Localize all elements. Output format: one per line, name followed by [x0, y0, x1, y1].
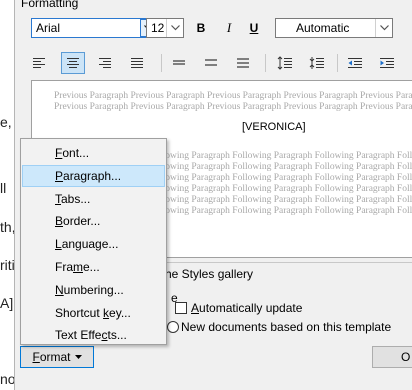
menu-item-label-post: anguage...: [61, 237, 119, 252]
menu-item-label-post: abs...: [61, 191, 91, 206]
menu-item-access-key: m: [73, 260, 83, 274]
new-docs-radio[interactable]: [167, 321, 179, 333]
auto-update-label-key: A: [191, 301, 200, 315]
menu-item-label-pre: Text Effe: [55, 328, 102, 343]
auto-update-label-rest: utomatically update: [199, 301, 303, 315]
preview-following-paragraph: llowing Paragraph Following Paragraph Fo…: [160, 184, 412, 194]
underline-button[interactable]: U: [244, 18, 264, 38]
menu-item-label-post: umbering...: [63, 282, 124, 297]
align-center-icon[interactable]: [61, 52, 85, 74]
font-color-combo[interactable]: Automatic: [275, 18, 393, 38]
format-menu: Font... Paragraph... Tabs... Border... Langu…: [20, 138, 167, 345]
align-left-icon[interactable]: [27, 52, 51, 74]
format-button-label: Format: [32, 350, 71, 364]
menu-item-label-post: ey...: [109, 305, 131, 320]
menu-item-tabs[interactable]: Tabs...: [22, 188, 165, 210]
double-spacing-icon[interactable]: [231, 52, 255, 74]
caret-down-icon: [74, 355, 82, 359]
menu-item-paragraph[interactable]: Paragraph...: [22, 164, 165, 187]
add-to-gallery-label: he Styles gallery: [165, 267, 254, 281]
doc-text-fragment: A]: [0, 295, 14, 311]
font-color-value: Automatic: [296, 21, 350, 35]
toolbar-divider: [161, 54, 162, 72]
menu-item-numbering[interactable]: Numbering...: [22, 279, 165, 301]
toolbar-divider: [337, 54, 338, 72]
chevron-down-icon[interactable]: [166, 19, 183, 37]
preview-following-paragraph: llowing Paragraph Following Paragraph Fo…: [160, 206, 412, 216]
menu-item-label-post: e...: [83, 260, 100, 274]
auto-update-label: Automatically update: [191, 301, 302, 315]
doc-text-fragment: riti: [0, 257, 15, 273]
ok-button[interactable]: O: [372, 346, 412, 368]
menu-item-font[interactable]: Font...: [22, 142, 165, 164]
decrease-indent-icon[interactable]: [343, 52, 367, 74]
preview-previous-paragraph: Previous Paragraph Previous Paragraph Pr…: [54, 102, 412, 112]
formatting-group-title: Formatting: [21, 0, 79, 10]
auto-update-checkbox[interactable]: [175, 302, 187, 314]
menu-item-text-effects[interactable]: Text Effects...: [22, 324, 165, 346]
menu-item-access-key: P: [55, 168, 64, 183]
font-size-combo[interactable]: 12: [146, 18, 184, 38]
doc-text-fragment: e,: [0, 114, 12, 130]
menu-item-label-post: ts...: [107, 328, 127, 343]
font-size-value: 12: [151, 21, 165, 35]
font-name-value: Arial: [36, 21, 61, 35]
menu-item-border[interactable]: Border...: [22, 210, 165, 232]
menu-item-label-post: order...: [63, 214, 101, 229]
single-spacing-icon[interactable]: [167, 52, 191, 74]
menu-item-shortcut-key[interactable]: Shortcut key...: [22, 302, 165, 324]
justify-icon[interactable]: [125, 52, 149, 74]
preview-previous-paragraph: Previous Paragraph Previous Paragraph Pr…: [54, 91, 412, 101]
format-button[interactable]: Format: [20, 346, 94, 368]
menu-item-access-key: N: [55, 282, 64, 297]
preview-current-text: [VERONICA]: [242, 121, 306, 133]
new-docs-label: New documents based on this template: [181, 320, 392, 334]
preview-following-paragraph: llowing Paragraph Following Paragraph Fo…: [160, 173, 412, 183]
align-right-icon[interactable]: [93, 52, 117, 74]
one-half-spacing-icon[interactable]: [199, 52, 223, 74]
bold-button[interactable]: B: [191, 18, 211, 38]
decrease-paragraph-spacing-icon[interactable]: [305, 52, 329, 74]
toolbar-divider: [265, 54, 266, 72]
menu-item-language[interactable]: Language...: [22, 233, 165, 255]
chevron-down-icon[interactable]: [375, 19, 392, 37]
menu-item-label-pre: Fra: [55, 260, 73, 274]
menu-item-label-post: ont...: [62, 146, 90, 160]
menu-item-label-post: aragraph...: [63, 168, 122, 183]
menu-item-access-key: L: [55, 237, 62, 252]
italic-button[interactable]: I: [219, 18, 239, 38]
preview-following-paragraph: llowing Paragraph Following Paragraph Fo…: [160, 195, 412, 205]
preview-following-paragraph: llowing Paragraph Following Paragraph Fo…: [160, 162, 412, 172]
menu-item-frame[interactable]: Frame...: [22, 256, 165, 278]
menu-item-label-pre: Shortcut: [55, 305, 104, 320]
preview-following-paragraph: llowing Paragraph Following Paragraph Fo…: [160, 151, 412, 161]
doc-text-fragment: ll: [0, 180, 7, 196]
font-name-combo[interactable]: Arial: [31, 18, 157, 38]
increase-indent-icon[interactable]: [375, 52, 399, 74]
increase-paragraph-spacing-icon[interactable]: [273, 52, 297, 74]
menu-item-access-key: B: [55, 214, 64, 229]
